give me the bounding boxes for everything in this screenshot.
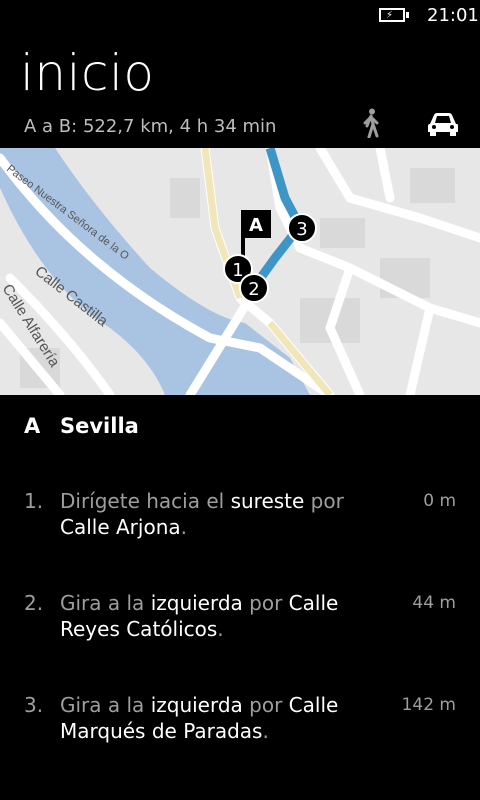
svg-text:A: A: [249, 215, 263, 236]
route-summary-value: 522,7 km, 4 h 34 min: [82, 116, 277, 137]
route-summary: A a B: 522,7 km, 4 h 34 min: [24, 116, 276, 137]
start-point-letter: A: [24, 414, 41, 438]
car-icon[interactable]: [427, 111, 459, 137]
battery-charging-icon: ⚡: [379, 8, 409, 22]
waypoint-marker[interactable]: 2: [239, 273, 269, 303]
step-distance: 44 m: [412, 593, 456, 613]
waypoint-marker[interactable]: 3: [287, 213, 317, 243]
svg-text:2: 2: [248, 279, 259, 300]
step-number: 2.: [24, 591, 44, 615]
start-point-city: Sevilla: [60, 414, 139, 438]
step-instruction: Gira a la izquierda por Calle Marqués de…: [60, 693, 339, 743]
page-title: inicio: [20, 44, 155, 102]
svg-text:3: 3: [296, 219, 307, 240]
route-summary-label: A a B:: [24, 116, 78, 137]
step-number: 3.: [24, 693, 44, 717]
step-distance: 0 m: [423, 491, 456, 511]
step-instruction: Dirígete hacia el sureste por Calle Arjo…: [60, 489, 344, 539]
step-number: 1.: [24, 489, 44, 513]
route-map[interactable]: Paseo Nuestra Señora de la O Calle Casti…: [0, 148, 480, 395]
walking-person-icon[interactable]: [360, 108, 382, 138]
status-bar: ⚡ 21:01: [0, 0, 480, 32]
step-distance: 142 m: [401, 695, 456, 715]
svg-text:1: 1: [232, 260, 243, 281]
step-instruction: Gira a la izquierda por Calle Reyes Cató…: [60, 591, 339, 641]
clock: 21:01: [427, 5, 479, 26]
